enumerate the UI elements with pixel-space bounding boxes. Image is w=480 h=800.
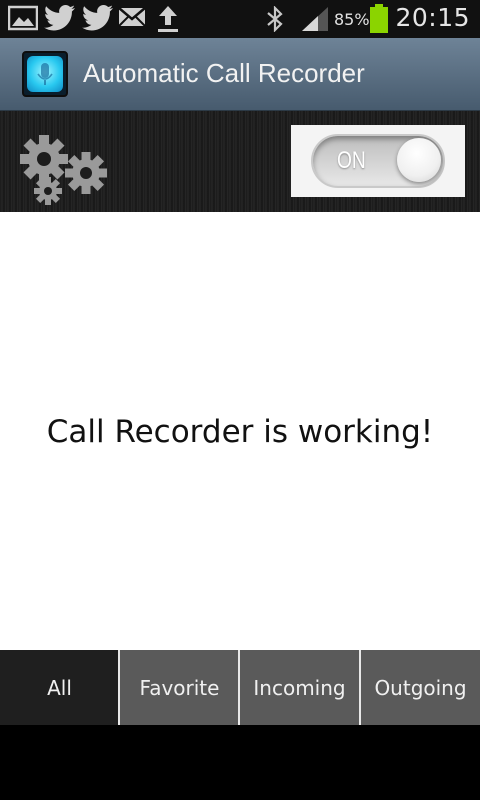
navigation-area: [0, 725, 480, 800]
recorder-status-message: Call Recorder is working!: [46, 414, 434, 450]
microphone-icon: [37, 63, 53, 85]
tab-label: Outgoing: [374, 675, 467, 700]
tab-favorite[interactable]: Favorite: [120, 650, 239, 725]
twitter-icon: [82, 5, 113, 31]
toggle-label: ON: [337, 147, 366, 174]
tab-outgoing[interactable]: Outgoing: [361, 650, 480, 725]
bluetooth-icon: [267, 6, 283, 32]
status-bar: 85% 20:15: [0, 0, 480, 38]
tab-bar: All Favorite Incoming Outgoing: [0, 650, 480, 725]
gallery-icon: [8, 5, 38, 31]
twitter-icon: [44, 5, 75, 31]
gears-icon[interactable]: [14, 125, 110, 205]
toggle-knob[interactable]: [397, 138, 441, 182]
app-icon-face: [27, 56, 63, 92]
recorder-toggle[interactable]: ON: [291, 125, 465, 197]
tab-incoming[interactable]: Incoming: [240, 650, 359, 725]
tab-label: All: [47, 675, 72, 700]
app-title: Automatic Call Recorder: [83, 58, 365, 88]
status-clock: 20:15: [395, 3, 470, 32]
battery-percent: 85%: [334, 10, 370, 29]
tab-all[interactable]: All: [0, 650, 119, 725]
control-banner: ON: [0, 111, 480, 212]
app-icon[interactable]: [22, 51, 68, 97]
action-bar: Automatic Call Recorder: [0, 38, 480, 111]
tab-label: Incoming: [253, 675, 346, 700]
toggle-track: ON: [311, 134, 445, 188]
tab-label: Favorite: [139, 675, 220, 700]
signal-icon: [302, 7, 328, 31]
main-content: Call Recorder is working!: [0, 212, 480, 650]
upload-icon: [158, 6, 178, 32]
mail-icon: [118, 7, 146, 27]
battery-icon: [370, 4, 388, 33]
